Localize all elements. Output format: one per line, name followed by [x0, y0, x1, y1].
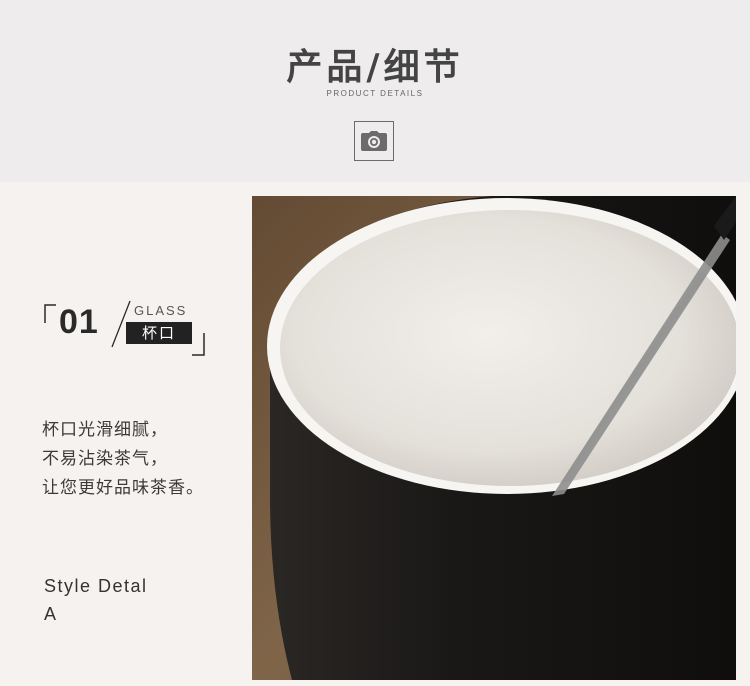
style-note-line: Style Detal [44, 576, 148, 596]
description-line: 不易沾染茶气， [42, 449, 168, 469]
detail-number: 01 [59, 303, 99, 341]
style-note: Style Detal A [44, 572, 148, 628]
mug-illustration [252, 196, 736, 680]
page-title: 产品/细节 [286, 47, 464, 88]
description-line: 杯口光滑细腻， [42, 420, 168, 440]
page-header: 产品/细节 PRODUCT DETAILS [0, 0, 750, 182]
style-note-line: A [44, 604, 58, 624]
camera-icon [361, 131, 387, 151]
detail-label-cn: 杯口 [126, 322, 192, 344]
page-subtitle: PRODUCT DETAILS [326, 89, 424, 98]
detail-badge: 01 GLASS 杯口 [42, 295, 210, 363]
detail-description: 杯口光滑细腻， 不易沾染茶气， 让您更好品味茶香。 [42, 416, 204, 503]
detail-label-en: GLASS [134, 303, 188, 318]
description-line: 让您更好品味茶香。 [42, 478, 204, 498]
product-photo [252, 196, 736, 680]
camera-icon-frame [354, 121, 394, 161]
